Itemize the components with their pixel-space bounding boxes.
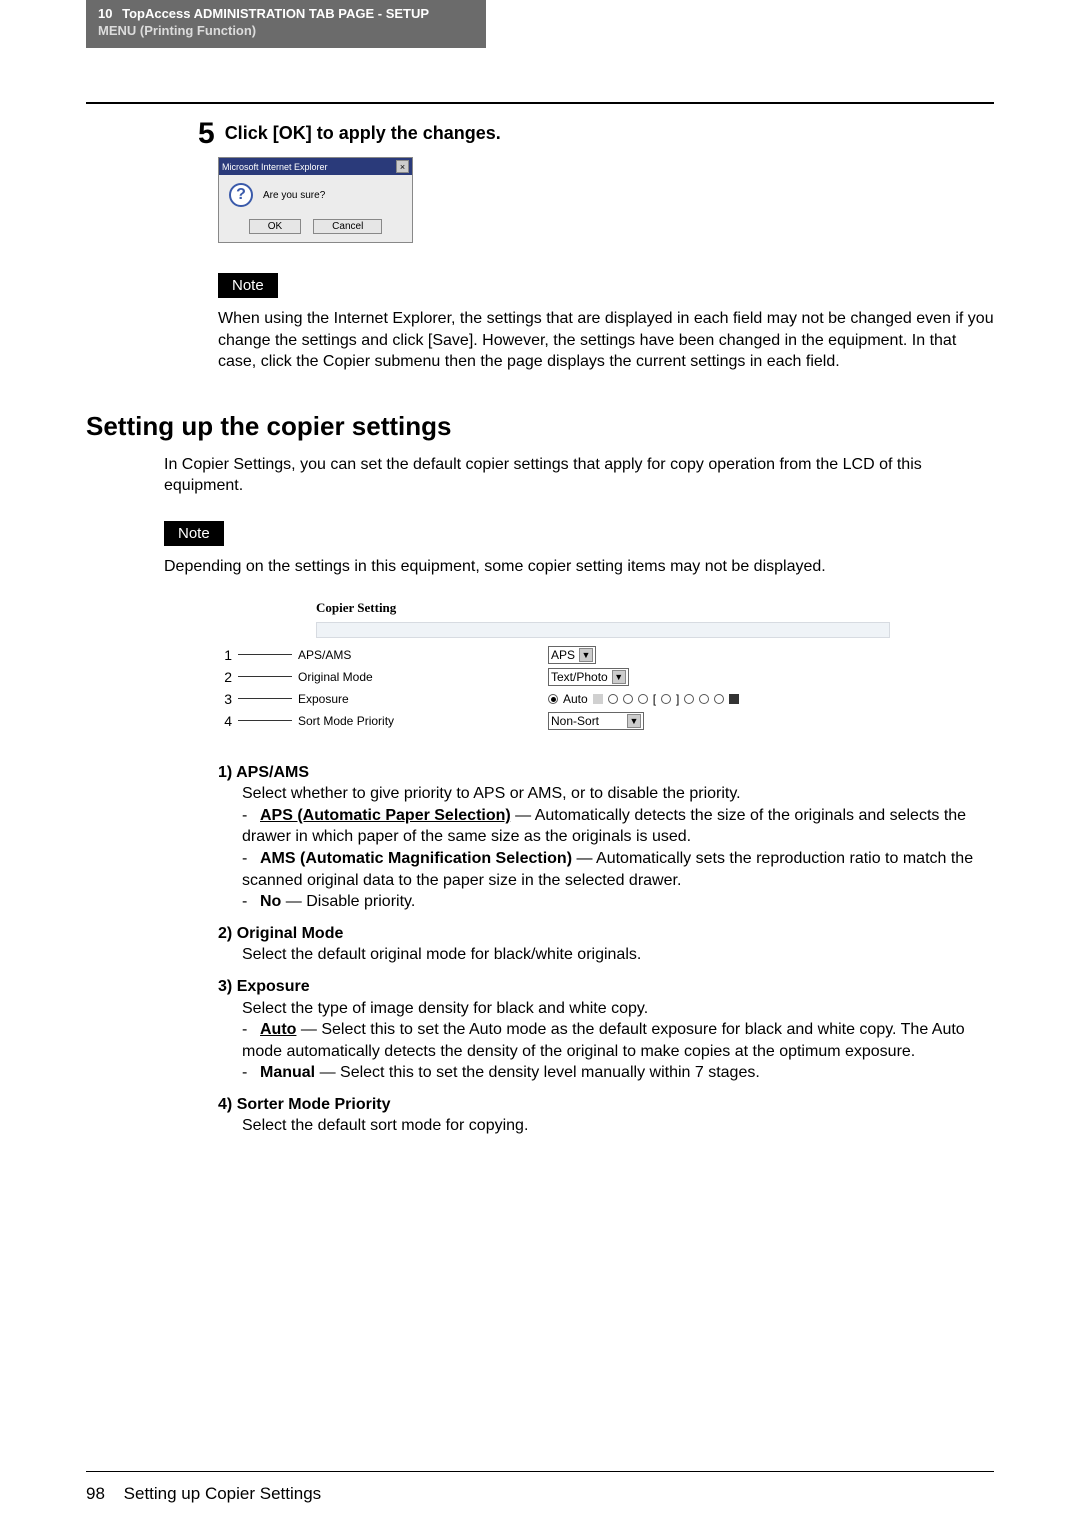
bracket-open: [ (653, 692, 656, 706)
note-text-1: When using the Internet Explorer, the se… (218, 308, 994, 373)
exposure-auto-text: Auto (563, 692, 588, 706)
density-radio[interactable] (699, 694, 709, 704)
exposure-control[interactable]: Auto [ ] (548, 692, 739, 706)
density-radio[interactable] (661, 694, 671, 704)
copier-row-aps: 1 APS/AMS APS ▼ (216, 644, 890, 666)
note-text-2: Depending on the settings in this equipm… (164, 556, 994, 578)
def-sub-3a: -Auto — Select this to set the Auto mode… (242, 1019, 994, 1062)
bracket-close: ] (676, 692, 679, 706)
def-item-3: 3) Exposure Select the type of image den… (218, 976, 994, 1084)
callout-line (238, 654, 292, 655)
density-radio[interactable] (714, 694, 724, 704)
copier-panel-bar (316, 622, 890, 638)
sort-mode-select[interactable]: Non-Sort ▼ (548, 712, 644, 730)
copier-setting-panel: Copier Setting 1 APS/AMS APS ▼ 2 Origina… (216, 600, 890, 732)
def-num-2: 2) (218, 925, 232, 942)
page-footer: 98 Setting up Copier Settings (86, 1484, 321, 1504)
callout-3: 3 (216, 691, 232, 707)
def-text-2: Select the default original mode for bla… (242, 944, 994, 966)
sort-mode-value: Non-Sort (551, 714, 599, 728)
density-light-icon (593, 694, 603, 704)
chapter-title-1: TopAccess ADMINISTRATION TAB PAGE - SETU… (122, 6, 429, 21)
top-rule (86, 102, 994, 104)
aps-ams-value: APS (551, 648, 575, 662)
def-sub-1c: -No — Disable priority. (242, 891, 994, 913)
chapter-number: 10 (98, 6, 112, 21)
page-number: 98 (86, 1484, 105, 1503)
bottom-rule (86, 1471, 994, 1472)
callout-line (238, 676, 292, 677)
callout-line (238, 698, 292, 699)
def-text-4: Select the default sort mode for copying… (242, 1115, 994, 1137)
def-item-4: 4) Sorter Mode Priority Select the defau… (218, 1094, 994, 1137)
chapter-title-2: MENU (Printing Function) (98, 23, 256, 38)
section-intro: In Copier Settings, you can set the defa… (164, 454, 994, 497)
note-badge-1: Note (218, 273, 278, 298)
copier-row-sort: 4 Sort Mode Priority Non-Sort ▼ (216, 710, 890, 732)
callout-line (238, 720, 292, 721)
dialog-title: Microsoft Internet Explorer (222, 162, 328, 172)
footer-text: Setting up Copier Settings (124, 1484, 322, 1503)
chevron-down-icon: ▼ (627, 714, 641, 728)
copier-row-original: 2 Original Mode Text/Photo ▼ (216, 666, 890, 688)
confirm-dialog: Microsoft Internet Explorer × ? Are you … (218, 157, 413, 243)
density-radio[interactable] (608, 694, 618, 704)
def-title-3: Exposure (237, 978, 310, 995)
def-sub-1a: -APS (Automatic Paper Selection) — Autom… (242, 805, 994, 848)
def-text-1: Select whether to give priority to APS o… (242, 783, 994, 805)
def-item-2: 2) Original Mode Select the default orig… (218, 923, 994, 966)
step-5: 5 Click [OK] to apply the changes. (198, 119, 994, 149)
callout-4: 4 (216, 713, 232, 729)
dialog-buttons: OK Cancel (219, 215, 412, 242)
aps-ams-label: APS/AMS (298, 648, 548, 662)
def-sub-3b: -Manual — Select this to set the density… (242, 1062, 994, 1084)
exposure-auto-radio[interactable] (548, 694, 558, 704)
step-number: 5 (198, 119, 215, 149)
dialog-body: ? Are you sure? (219, 175, 412, 215)
def-title-4: Sorter Mode Priority (237, 1096, 391, 1113)
callout-2: 2 (216, 669, 232, 685)
close-icon[interactable]: × (396, 160, 409, 173)
chapter-header: 10 TopAccess ADMINISTRATION TAB PAGE - S… (86, 0, 486, 48)
def-text-3: Select the type of image density for bla… (242, 998, 994, 1020)
aps-ams-select[interactable]: APS ▼ (548, 646, 596, 664)
step-text: Click [OK] to apply the changes. (225, 123, 501, 144)
def-title-2: Original Mode (237, 925, 344, 942)
def-title-1: APS/AMS (236, 764, 309, 781)
exposure-label: Exposure (298, 692, 548, 706)
sort-mode-label: Sort Mode Priority (298, 714, 548, 728)
dialog-titlebar: Microsoft Internet Explorer × (219, 158, 412, 175)
section-heading: Setting up the copier settings (86, 411, 994, 442)
copier-row-exposure: 3 Exposure Auto [ ] (216, 688, 890, 710)
original-mode-value: Text/Photo (551, 670, 608, 684)
copier-panel-title: Copier Setting (316, 600, 890, 616)
chevron-down-icon: ▼ (612, 670, 626, 684)
density-dark-icon (729, 694, 739, 704)
def-num-3: 3) (218, 978, 232, 995)
cancel-button[interactable]: Cancel (313, 219, 382, 234)
chevron-down-icon: ▼ (579, 648, 593, 662)
callout-1: 1 (216, 647, 232, 663)
ok-button[interactable]: OK (249, 219, 301, 234)
density-radio[interactable] (638, 694, 648, 704)
def-num-4: 4) (218, 1096, 232, 1113)
note-badge-2: Note (164, 521, 224, 546)
density-radio[interactable] (623, 694, 633, 704)
dialog-message: Are you sure? (263, 190, 325, 201)
original-mode-select[interactable]: Text/Photo ▼ (548, 668, 629, 686)
def-item-1: 1) APS/AMS Select whether to give priori… (218, 762, 994, 913)
question-icon: ? (229, 183, 253, 207)
def-num-1: 1) (218, 764, 232, 781)
density-radio[interactable] (684, 694, 694, 704)
def-sub-1b: -AMS (Automatic Magnification Selection)… (242, 848, 994, 891)
original-mode-label: Original Mode (298, 670, 548, 684)
definitions-list: 1) APS/AMS Select whether to give priori… (218, 762, 994, 1138)
